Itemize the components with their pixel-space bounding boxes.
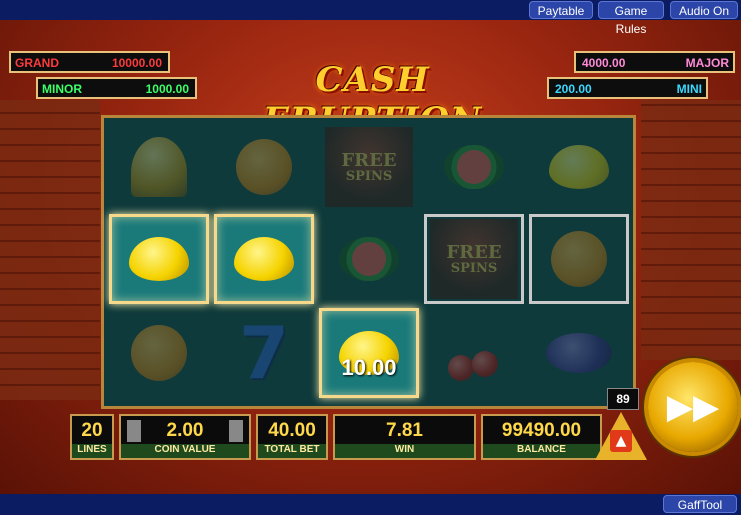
bottom-bar: GaffTool — [0, 494, 741, 515]
fast-forward-icon: ▶▶ — [666, 387, 720, 427]
coin-value-display[interactable]: 2.00 COIN VALUE — [119, 414, 251, 460]
balance-label: BALANCE — [483, 444, 600, 458]
autoplay-counter: 89 — [607, 388, 639, 410]
lemon-icon — [549, 145, 609, 189]
free-spins-icon: FREE SPINS — [325, 127, 413, 207]
orange-icon — [131, 325, 187, 381]
seven-icon: 7 — [238, 311, 290, 395]
coin-value: 2.00 — [166, 420, 204, 441]
total-bet-value: 40.00 — [268, 420, 316, 441]
reel-cell-orange — [109, 308, 209, 398]
game-rules-button[interactable]: Game Rules — [598, 1, 664, 36]
free-spins-subtext: SPINS — [450, 260, 498, 276]
bell-icon — [131, 137, 187, 197]
gafftool-button[interactable]: GaffTool — [663, 495, 737, 513]
reel-cell-orange — [529, 214, 629, 304]
balance-value: 99490.00 — [501, 420, 582, 441]
minor-label: MINOR — [42, 82, 82, 96]
reel-cell-lemon-win: 10.00 — [319, 308, 419, 398]
reel-grid: FREE SPINS FREE SPINS 7 10.00 — [101, 115, 636, 409]
lemon-icon — [234, 237, 294, 281]
free-spins-text: FREE — [446, 241, 502, 263]
balance-display: 99490.00 BALANCE — [481, 414, 602, 460]
mini-value: 200.00 — [555, 82, 592, 96]
reel-cell-free-spins: FREE SPINS — [424, 214, 524, 304]
paytable-button[interactable]: Paytable — [529, 1, 593, 19]
major-label: MAJOR — [685, 56, 729, 70]
reel-cell-seven: 7 — [214, 308, 314, 398]
reel-cell-orange — [214, 122, 314, 212]
free-spins-text: FREE — [341, 149, 397, 171]
total-bet-display: 40.00 TOTAL BET — [256, 414, 328, 460]
minor-value: 1000.00 — [145, 82, 189, 96]
max-bet-arrow-icon[interactable]: ▲ — [610, 430, 632, 452]
watermelon-icon — [339, 237, 399, 281]
lines-display[interactable]: 20 LINES — [70, 414, 114, 460]
reel-cell-melon — [424, 122, 524, 212]
total-bet-label: TOTAL BET — [258, 444, 326, 458]
grand-label: GRAND — [15, 56, 59, 70]
lemon-icon — [129, 237, 189, 281]
major-value: 4000.00 — [582, 56, 626, 70]
reel-cell-lemon-win — [109, 214, 209, 304]
minor-jackpot: MINOR 1000.00 — [36, 77, 197, 99]
coin-value-label: COIN VALUE — [121, 444, 249, 458]
reel-cell-lemon — [529, 122, 629, 212]
cherry-icon — [444, 325, 504, 381]
reel-cell-plum — [529, 308, 629, 398]
watermelon-icon — [444, 145, 504, 189]
orange-icon — [551, 231, 607, 287]
win-label: WIN — [335, 444, 474, 458]
free-spins-icon: FREE SPINS — [430, 219, 518, 299]
right-temple-wall — [641, 100, 741, 360]
left-temple-wall — [0, 100, 100, 400]
game-logo: CASH ERUPTION — [263, 60, 481, 140]
audio-toggle-button[interactable]: Audio On — [670, 1, 738, 19]
reel-cell-bell — [109, 122, 209, 212]
grand-value: 10000.00 — [111, 56, 162, 70]
win-value: 7.81 — [386, 420, 423, 441]
reel-cell-lemon-win — [214, 214, 314, 304]
mini-jackpot: 200.00 MINI — [547, 77, 708, 99]
lines-value: 20 — [81, 420, 103, 441]
spin-button[interactable]: ▶▶ — [648, 362, 738, 452]
lines-label: LINES — [72, 444, 112, 458]
grand-jackpot: GRAND 10000.00 — [9, 51, 170, 73]
reel-cell-free-spins: FREE SPINS — [319, 122, 419, 212]
line-win-value: 10.00 — [341, 355, 397, 380]
free-spins-subtext: SPINS — [345, 168, 393, 184]
major-jackpot: 4000.00 MAJOR — [574, 51, 735, 73]
orange-icon — [236, 139, 292, 195]
reel-cell-cherry — [424, 308, 524, 398]
reel-cell-melon — [319, 214, 419, 304]
mini-label: MINI — [676, 82, 702, 96]
top-menu-bar: Paytable Game Rules Audio On — [0, 0, 741, 36]
plum-icon — [546, 333, 612, 373]
win-display: 7.81 WIN — [333, 414, 476, 460]
